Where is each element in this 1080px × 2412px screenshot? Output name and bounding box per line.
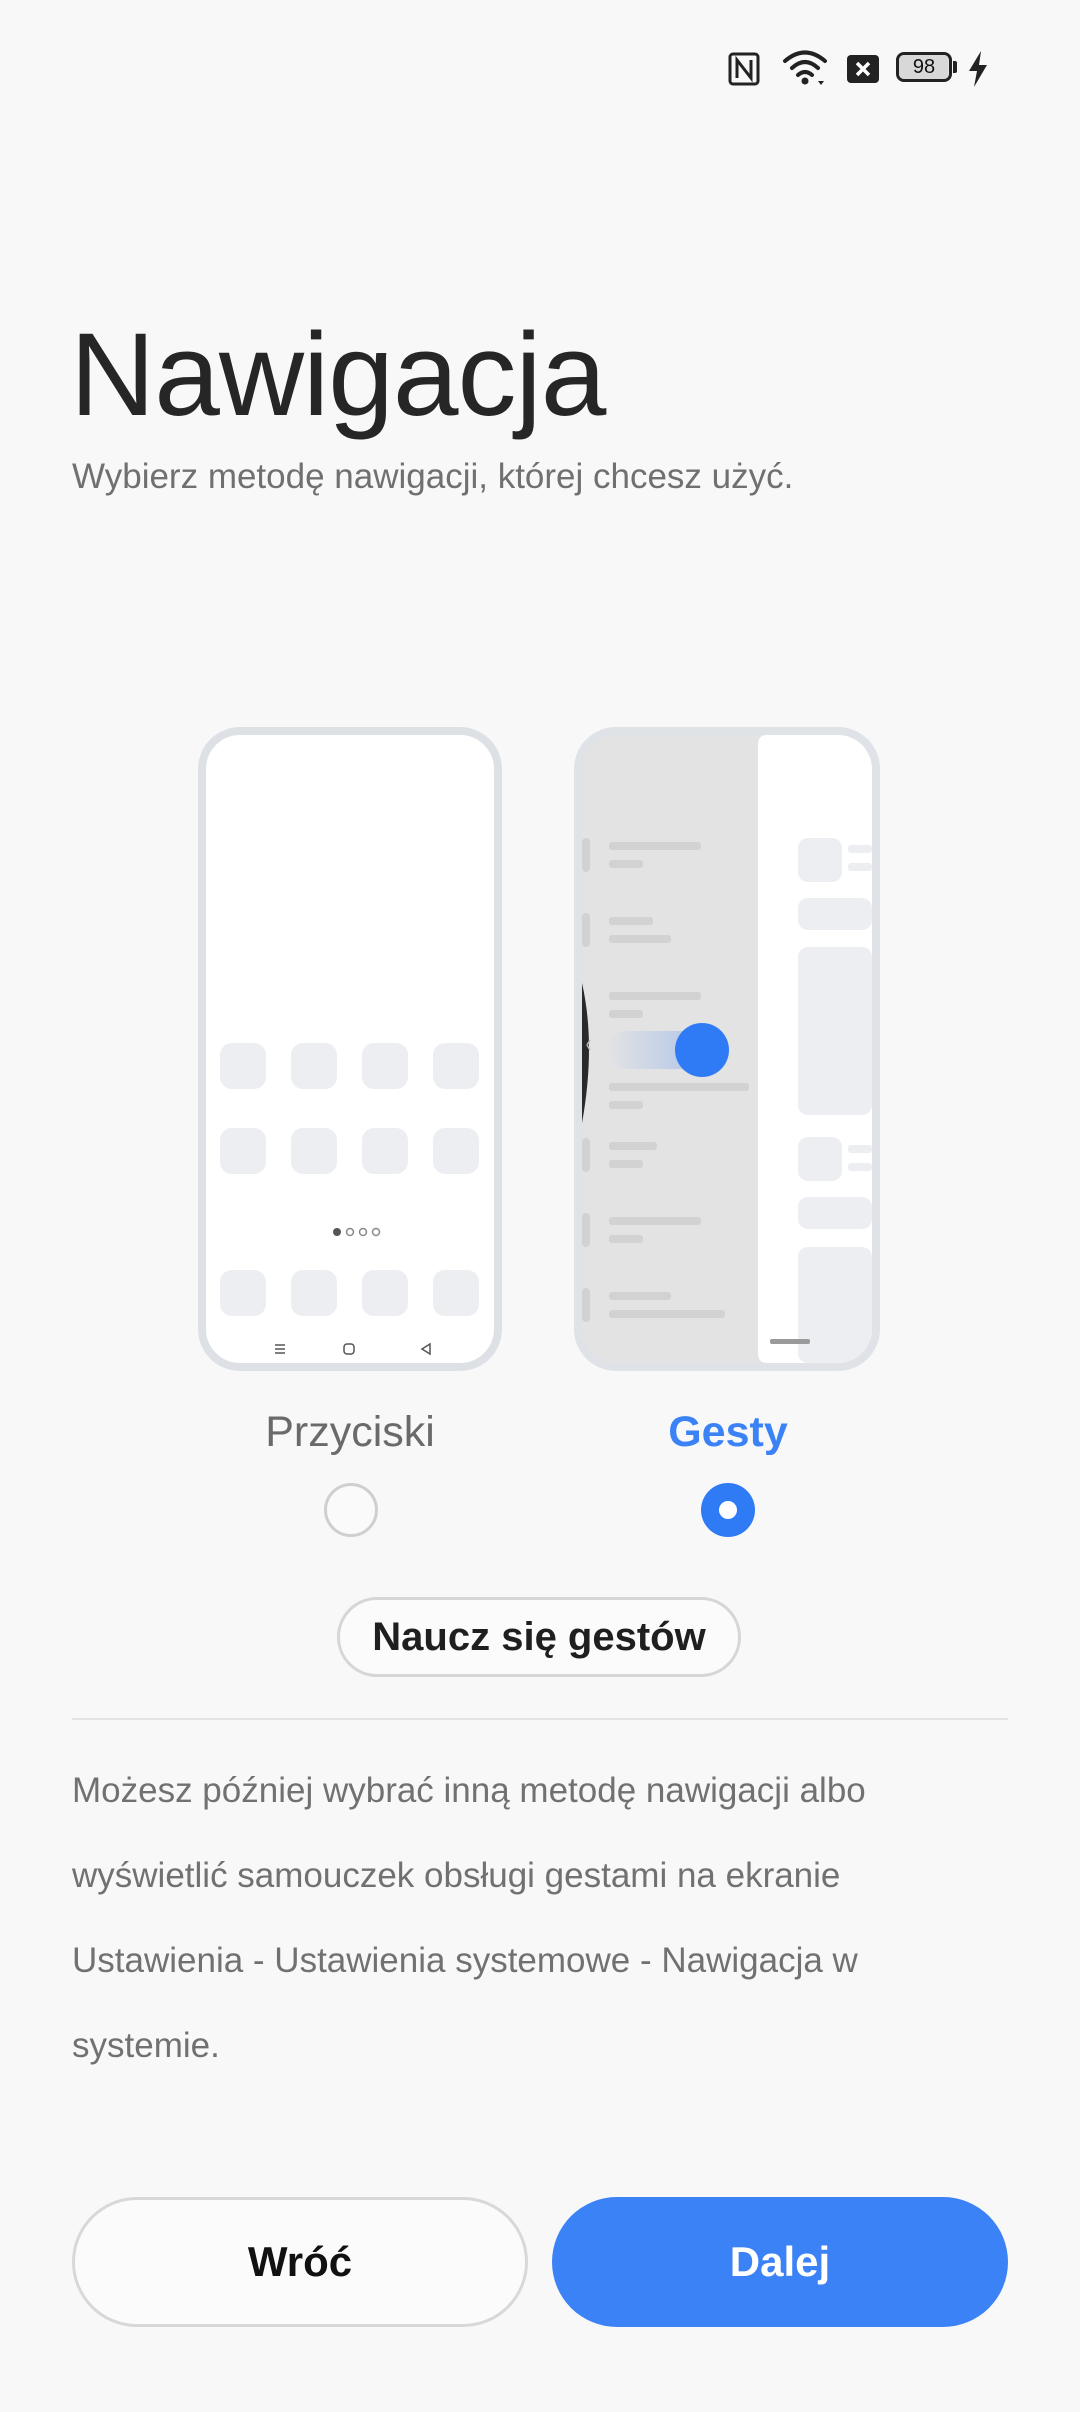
nfc-icon xyxy=(728,52,760,86)
page-subtitle: Wybierz metodę nawigacji, której chcesz … xyxy=(72,457,794,496)
info-text: Możesz później wybrać inną metodę nawiga… xyxy=(72,1771,866,2065)
app-icon-placeholder xyxy=(362,1128,408,1174)
dock-icon-placeholder xyxy=(291,1270,337,1316)
option-gestures-label[interactable]: Gesty xyxy=(578,1405,878,1459)
charging-icon xyxy=(966,50,990,88)
back-button[interactable]: Wróć xyxy=(72,2197,528,2327)
gestures-navigation-preview[interactable] xyxy=(574,727,880,1371)
app-icon-placeholder xyxy=(220,1128,266,1174)
dock-icon-placeholder xyxy=(362,1270,408,1316)
app-icon-placeholder xyxy=(362,1043,408,1089)
option-gestures-radio[interactable] xyxy=(701,1483,755,1537)
app-icon-placeholder xyxy=(291,1128,337,1174)
dock-icon-placeholder xyxy=(220,1270,266,1316)
learn-gestures-button[interactable]: Naucz się gestów xyxy=(337,1597,741,1677)
wifi-icon xyxy=(782,48,828,88)
battery-level: 98 xyxy=(912,56,936,78)
battery-icon: 98 xyxy=(896,52,960,86)
option-buttons-radio[interactable] xyxy=(324,1483,378,1537)
next-button[interactable]: Dalej xyxy=(552,2197,1008,2327)
app-icon-placeholder xyxy=(433,1043,479,1089)
page-indicator xyxy=(331,1225,387,1237)
app-icon-placeholder xyxy=(291,1043,337,1089)
app-icon-placeholder xyxy=(220,1043,266,1089)
app-icon-placeholder xyxy=(433,1128,479,1174)
option-buttons-label[interactable]: Przyciski xyxy=(200,1405,500,1459)
page-title: Nawigacja xyxy=(70,309,606,441)
buttons-navigation-preview[interactable] xyxy=(198,727,502,1371)
divider xyxy=(72,1718,1008,1720)
status-bar: 98 xyxy=(0,0,1080,140)
nav-buttons-bar xyxy=(206,1339,494,1359)
no-sim-icon xyxy=(846,54,880,84)
dock-icon-placeholder xyxy=(433,1270,479,1316)
